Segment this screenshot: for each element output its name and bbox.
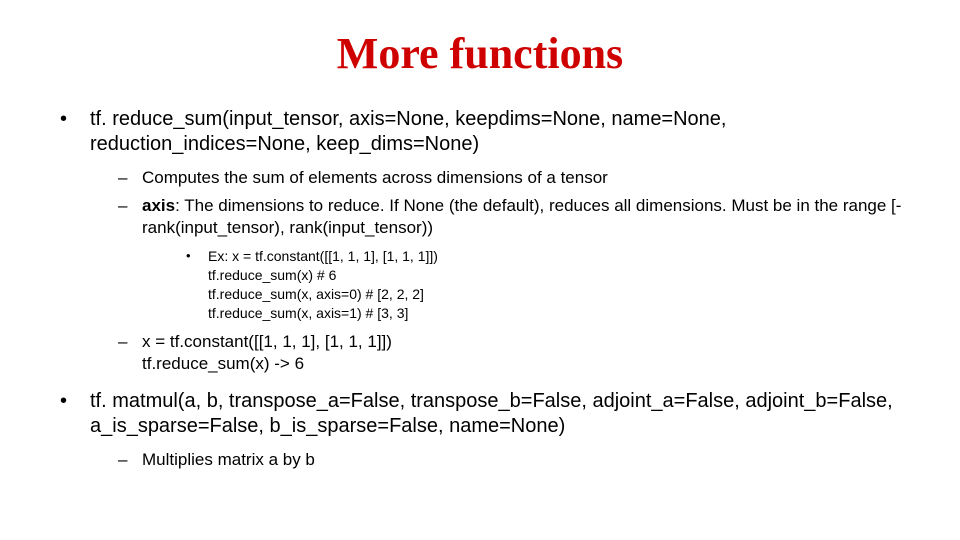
example-line: tf.reduce_sum(x) # 6 <box>208 266 908 285</box>
param-name: axis <box>142 196 175 215</box>
slide-title: More functions <box>48 28 912 79</box>
example-list: Ex: x = tf.constant([[1, 1, 1], [1, 1, 1… <box>142 247 908 323</box>
example-line: x = tf.constant([[1, 1, 1], [1, 1, 1]]) <box>142 332 392 351</box>
sub-item: Computes the sum of elements across dime… <box>114 167 908 189</box>
sub-list: Multiplies matrix a by b <box>90 449 908 471</box>
function-signature: tf. matmul(a, b, transpose_a=False, tran… <box>90 389 908 439</box>
example-block: Ex: x = tf.constant([[1, 1, 1], [1, 1, 1… <box>182 247 908 323</box>
slide: More functions tf. reduce_sum(input_tens… <box>0 0 960 540</box>
sub-list: Computes the sum of elements across dime… <box>90 167 908 375</box>
param-desc: : The dimensions to reduce. If None (the… <box>142 196 901 237</box>
example-line: Ex: x = tf.constant([[1, 1, 1], [1, 1, 1… <box>208 247 908 266</box>
bullet-item: tf. reduce_sum(input_tensor, axis=None, … <box>52 107 908 375</box>
sub-item: x = tf.constant([[1, 1, 1], [1, 1, 1]]) … <box>114 331 908 375</box>
sub-item: axis: The dimensions to reduce. If None … <box>114 195 908 323</box>
sub-text: Multiplies matrix a by b <box>142 450 315 469</box>
function-signature: tf. reduce_sum(input_tensor, axis=None, … <box>90 107 908 157</box>
example-line: tf.reduce_sum(x, axis=1) # [3, 3] <box>208 304 908 323</box>
bullet-list: tf. reduce_sum(input_tensor, axis=None, … <box>48 107 912 471</box>
sub-text: Computes the sum of elements across dime… <box>142 168 608 187</box>
sub-item: Multiplies matrix a by b <box>114 449 908 471</box>
example-line: tf.reduce_sum(x, axis=0) # [2, 2, 2] <box>208 285 908 304</box>
bullet-item: tf. matmul(a, b, transpose_a=False, tran… <box>52 389 908 471</box>
example-line: tf.reduce_sum(x) -> 6 <box>142 354 304 373</box>
